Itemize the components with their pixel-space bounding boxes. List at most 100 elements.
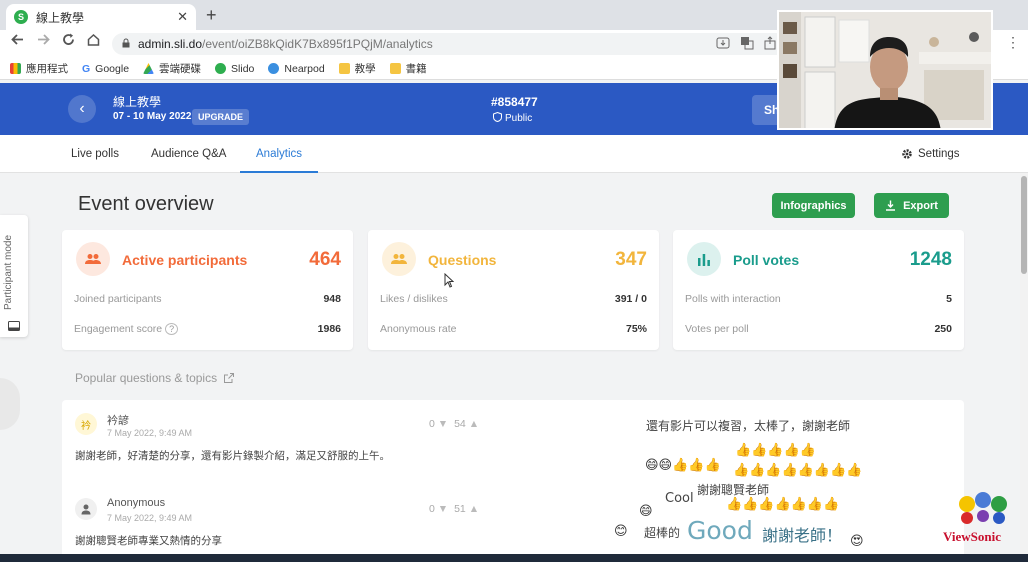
os-taskbar xyxy=(0,554,1028,562)
device-icon xyxy=(8,318,20,336)
question-text: 謝謝老師，好清楚的分享，還有影片錄製介紹，滿足又舒服的上午。 xyxy=(75,450,390,462)
word-cloud-phrase: 謝謝聰賢老師 xyxy=(697,483,770,497)
translate-icon[interactable] xyxy=(740,36,754,55)
card-value: 347 xyxy=(615,249,647,270)
install-icon[interactable] xyxy=(716,36,730,55)
event-code: #858477 xyxy=(491,95,538,109)
thumbs-down-icon[interactable]: ▼ xyxy=(438,418,448,430)
word-cloud-word: 超棒的 xyxy=(644,526,681,540)
card-title: Poll votes xyxy=(733,252,800,268)
bookmark-google[interactable]: G Google xyxy=(82,63,129,75)
word-cloud-emoji: 😄😄👍👍👍 xyxy=(645,458,721,473)
viewsonic-brand-text: ViewSonic xyxy=(943,529,1002,544)
close-tab-icon[interactable]: ✕ xyxy=(177,9,188,25)
word-cloud-emoji: 😄 xyxy=(639,504,653,519)
bookmark-folder-books[interactable]: 書籍 xyxy=(389,61,427,76)
scrollbar-thumb[interactable] xyxy=(1021,176,1027,274)
chevron-left-icon: ‹ xyxy=(79,100,85,117)
google-icon: G xyxy=(82,62,91,75)
slido-favicon-icon: S xyxy=(14,10,28,24)
collapse-handle[interactable] xyxy=(0,378,20,430)
bookmark-nearpod[interactable]: Nearpod xyxy=(268,63,325,75)
bookmark-folder-teaching[interactable]: 教學 xyxy=(338,61,376,76)
event-title: 線上教學 xyxy=(113,95,162,109)
word-cloud-emoji: 👍👍👍👍👍👍👍 xyxy=(726,497,840,512)
stat-row: Engagement score ? 1986 xyxy=(74,323,341,335)
question-author: 衿諺 xyxy=(107,415,129,427)
card-title: Questions xyxy=(428,252,497,268)
question-votes: 0 ▼ 54 ▲ xyxy=(429,418,480,430)
word-cloud-emoji: 👍👍👍👍👍👍👍👍 xyxy=(733,463,863,478)
active-participants-card: Active participants 464 Joined participa… xyxy=(62,230,353,350)
apps-grid-icon xyxy=(10,63,21,74)
lock-icon xyxy=(122,38,130,48)
external-link-icon[interactable] xyxy=(224,373,235,383)
browser-menu-icon[interactable]: ⋮ xyxy=(1006,34,1020,51)
stat-row: Anonymous rate 75% xyxy=(380,323,647,335)
shield-icon xyxy=(493,111,502,123)
info-icon[interactable]: ? xyxy=(165,323,179,335)
slido-icon xyxy=(215,63,227,74)
bookmark-slido[interactable]: Slido xyxy=(215,63,254,75)
stat-row: Votes per poll 250 xyxy=(685,323,952,335)
stat-row: Likes / dislikes 391 / 0 xyxy=(380,293,647,305)
avatar xyxy=(75,498,97,520)
thumbs-up-icon[interactable]: ▲ xyxy=(469,418,479,430)
gear-icon xyxy=(902,149,912,159)
nearpod-icon xyxy=(268,63,280,74)
home-icon[interactable] xyxy=(87,33,100,50)
reload-icon[interactable] xyxy=(62,33,75,50)
back-arrow-icon[interactable] xyxy=(11,33,24,50)
export-button[interactable]: Export xyxy=(874,193,949,218)
settings-button[interactable]: Settings xyxy=(901,148,960,160)
word-cloud-emoji: 😊 xyxy=(614,524,628,539)
stat-row: Polls with interaction 5 xyxy=(685,293,952,305)
avatar: 衿 xyxy=(75,413,97,435)
drive-icon xyxy=(143,63,155,74)
forward-arrow-icon[interactable] xyxy=(37,33,50,50)
question-date: 7 May 2022, 9:49 AM xyxy=(107,428,193,438)
active-tab-indicator xyxy=(240,171,318,173)
share-page-icon[interactable] xyxy=(764,36,776,55)
folder-icon xyxy=(389,63,401,74)
new-tab-icon[interactable]: + xyxy=(206,5,217,26)
question-votes: 0 ▼ 51 ▲ xyxy=(429,503,480,515)
event-visibility: Public xyxy=(493,111,532,124)
infographics-button[interactable]: Infographics xyxy=(772,193,855,218)
browser-tab[interactable]: S 線上教學 ✕ xyxy=(6,4,196,30)
person-icon xyxy=(81,504,91,515)
bookmark-apps[interactable]: 應用程式 xyxy=(10,61,68,76)
tab-analytics[interactable]: Analytics xyxy=(256,148,302,160)
word-cloud-emoji: 😍 xyxy=(850,534,864,549)
tab-live-polls[interactable]: Live polls xyxy=(71,148,119,160)
mouse-cursor-icon xyxy=(444,272,455,293)
people-icon xyxy=(76,242,110,276)
question-text: 謝謝聰賢老師專業又熱情的分享 xyxy=(75,535,222,547)
folder-icon xyxy=(338,63,350,74)
card-title: Active participants xyxy=(122,252,248,268)
participant-mode-label: Participant mode xyxy=(3,234,14,310)
url-path: /event/oiZB8kQidK7Bx895f1PQjM/analytics xyxy=(202,37,433,51)
url-host: admin.sli.do xyxy=(138,37,203,51)
tab-title: 線上教學 xyxy=(36,10,85,25)
bar-chart-icon xyxy=(687,242,721,276)
bookmark-drive[interactable]: 雲端硬碟 xyxy=(143,61,201,76)
webcam-overlay xyxy=(777,10,993,130)
questions-card: Questions 347 Likes / dislikes 391 / 0 An… xyxy=(368,230,659,350)
presenter-video xyxy=(779,12,991,128)
question-author: Anonymous xyxy=(107,497,166,509)
thumbs-up-icon[interactable]: ▲ xyxy=(469,503,479,515)
tab-audience-qa[interactable]: Audience Q&A xyxy=(151,148,226,160)
word-cloud-word: Good xyxy=(687,516,753,545)
page-title: Event overview xyxy=(78,193,214,215)
popular-questions-heading: Popular questions & topics xyxy=(75,371,235,385)
upgrade-button[interactable]: UPGRADE xyxy=(192,109,250,125)
back-button[interactable]: ‹ xyxy=(68,95,96,123)
word-cloud-word: 謝謝老師！ xyxy=(762,526,843,545)
thumbs-down-icon[interactable]: ▼ xyxy=(438,503,448,515)
address-bar[interactable]: admin.sli.do/event/oiZB8kQidK7Bx895f1PQj… xyxy=(112,33,792,55)
word-cloud-phrase: 還有影片可以複習，太棒了，謝謝老師 xyxy=(646,419,851,433)
question-date: 7 May 2022, 9:49 AM xyxy=(107,513,193,523)
poll-votes-card: Poll votes 1248 Polls with interaction 5 … xyxy=(673,230,964,350)
stat-row: Joined participants 948 xyxy=(74,293,341,305)
